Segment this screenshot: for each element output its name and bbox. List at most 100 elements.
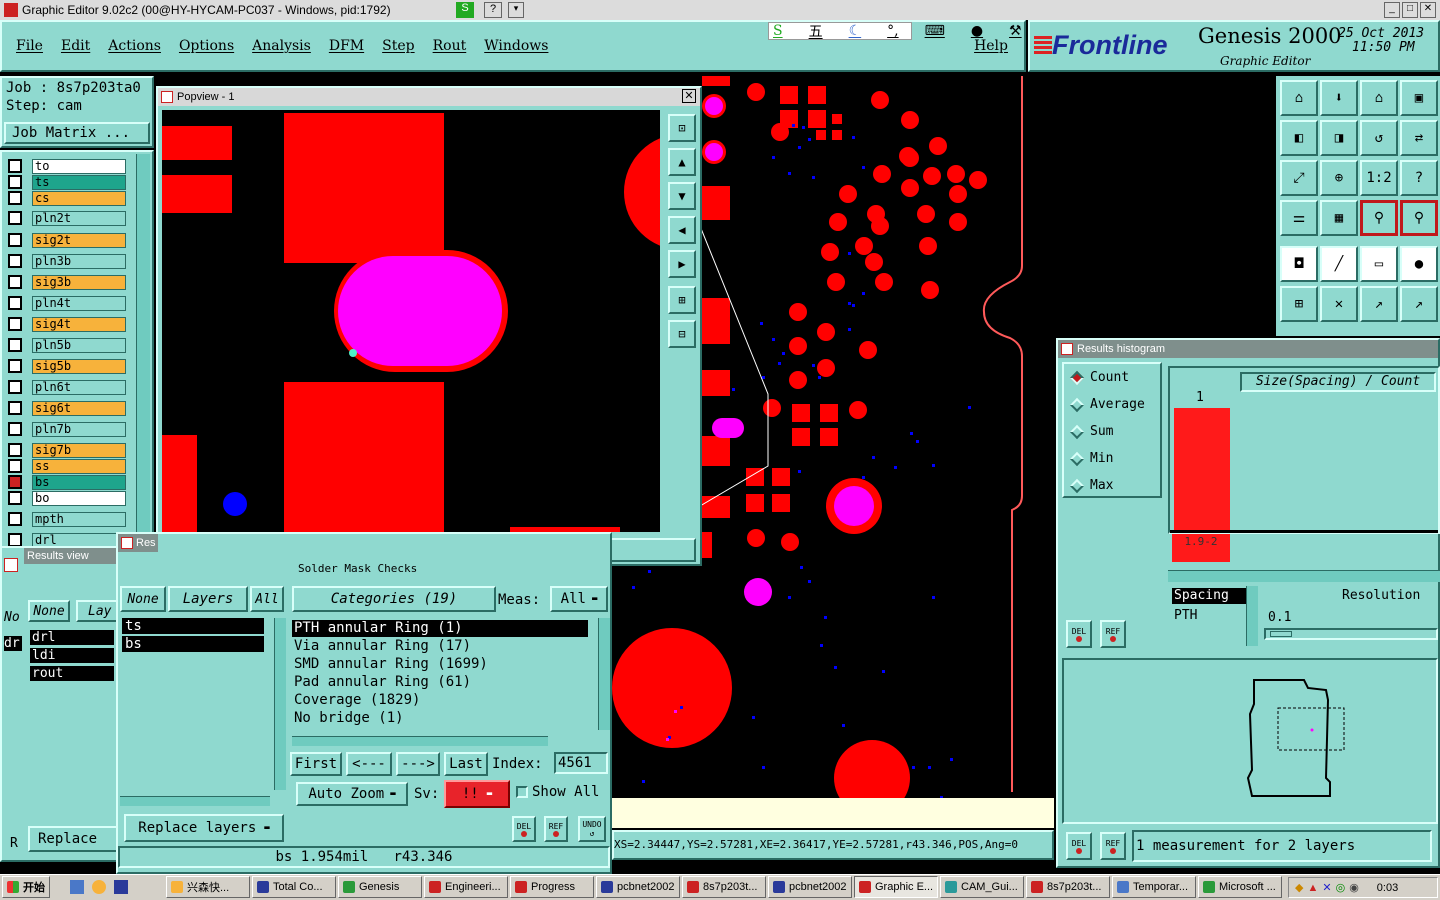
res-layers-button[interactable]: Layers: [168, 586, 248, 612]
taskbar-item[interactable]: pcbnet2002: [768, 876, 852, 898]
layer-name[interactable]: sig2t: [32, 232, 126, 248]
grid-icon[interactable]: ▦: [1320, 200, 1358, 236]
layer-name[interactable]: sig3b: [32, 274, 126, 290]
thumb-del-button[interactable]: DEL: [1066, 832, 1092, 860]
layer-name[interactable]: pln4t: [32, 295, 126, 311]
results-view-titlebar[interactable]: Results view: [24, 548, 118, 564]
menu-help[interactable]: Help: [974, 38, 1008, 54]
rv-layer-item[interactable]: drl: [30, 630, 114, 645]
layer-name[interactable]: bo: [32, 490, 126, 506]
layer-row[interactable]: pln3b: [8, 253, 126, 269]
fit-icon[interactable]: ⤢: [1280, 160, 1318, 196]
menu-windows[interactable]: Windows: [484, 38, 548, 54]
layer-name[interactable]: pln5b: [32, 337, 126, 353]
layer-name[interactable]: sig5b: [32, 358, 126, 374]
layer-checkbox[interactable]: [8, 459, 22, 473]
arc-icon[interactable]: ↗: [1360, 286, 1398, 322]
res-layer-item[interactable]: bs: [122, 636, 264, 652]
layer-name[interactable]: pln7b: [32, 421, 126, 437]
layer-row[interactable]: sig6t: [8, 400, 126, 416]
hist-del-button[interactable]: DEL: [1066, 620, 1092, 648]
mode-radio-min[interactable]: Min: [1064, 445, 1160, 472]
taskbar-item[interactable]: Microsoft ...: [1198, 876, 1282, 898]
resolution-slider-thumb[interactable]: [1270, 631, 1292, 637]
layer-row[interactable]: ts: [8, 174, 126, 190]
start-button[interactable]: 开始: [2, 876, 50, 898]
pop-pan-right-icon[interactable]: ▶: [668, 250, 696, 278]
quicklaunch-app-icon[interactable]: [114, 880, 128, 894]
layer-row[interactable]: to: [8, 158, 126, 174]
res-layer-hscroll[interactable]: [120, 796, 270, 806]
res-all-button[interactable]: All: [250, 586, 284, 612]
layer-checkbox[interactable]: [8, 296, 22, 310]
quicklaunch-desktop-icon[interactable]: [70, 880, 84, 894]
rv-none-button[interactable]: None: [28, 600, 70, 622]
thumb-ref-button[interactable]: REF: [1100, 832, 1126, 860]
menu-step[interactable]: Step: [382, 38, 414, 54]
ime-logo-icon[interactable]: S: [773, 23, 783, 39]
layer-row[interactable]: sig3b: [8, 274, 126, 290]
taskbar-item[interactable]: Genesis: [338, 876, 422, 898]
taskbar-item[interactable]: Progress: [510, 876, 594, 898]
taskbar-item[interactable]: pcbnet2002: [596, 876, 680, 898]
taskbar-item[interactable]: Engineeri...: [424, 876, 508, 898]
taskbar-item[interactable]: 8s7p203t...: [1026, 876, 1110, 898]
home-icon[interactable]: ⌂: [1360, 80, 1398, 116]
results-titlebar[interactable]: Res: [118, 534, 158, 552]
popview-canvas[interactable]: [162, 110, 660, 532]
menu-actions[interactable]: Actions: [108, 38, 161, 54]
layer-name[interactable]: ss: [32, 458, 126, 474]
select-icon[interactable]: ◘: [1280, 246, 1318, 282]
layer-row[interactable]: sig4t: [8, 316, 126, 332]
pan-right-icon[interactable]: ◨: [1320, 120, 1358, 156]
pan-left-icon[interactable]: ◧: [1280, 120, 1318, 156]
menu-dfm[interactable]: DFM: [329, 38, 364, 54]
last-button[interactable]: Last: [444, 752, 488, 776]
layer-row[interactable]: ss: [8, 458, 126, 474]
layer-checkbox[interactable]: [8, 475, 22, 489]
del-button[interactable]: DEL: [512, 816, 536, 842]
cross-icon[interactable]: ✕: [1320, 286, 1358, 322]
help-icon[interactable]: ?: [484, 2, 502, 18]
pop-zoom-fit-icon[interactable]: ⊡: [668, 114, 696, 142]
layer-checkbox[interactable]: [8, 317, 22, 331]
severity-dropdown[interactable]: !! ▬: [444, 780, 510, 808]
layer-checkbox[interactable]: [8, 159, 22, 173]
layer-name[interactable]: sig4t: [32, 316, 126, 332]
taskbar-item[interactable]: CAM_Gui...: [940, 876, 1024, 898]
board-thumbnail[interactable]: [1062, 658, 1438, 824]
measure-icon[interactable]: ⚌: [1280, 200, 1318, 236]
layer-checkbox[interactable]: [8, 254, 22, 268]
tray-icon[interactable]: ✕: [1322, 881, 1331, 894]
layer-name[interactable]: sig7b: [32, 442, 126, 458]
layer-checkbox[interactable]: [8, 233, 22, 247]
mode-radio-count[interactable]: Count: [1064, 364, 1160, 391]
histogram-hscroll[interactable]: [1168, 570, 1440, 582]
maximize-button[interactable]: □: [1402, 2, 1418, 18]
dropdown-icon[interactable]: ▾: [508, 2, 524, 18]
tray-icon[interactable]: ▲: [1307, 882, 1318, 894]
net-icon[interactable]: ⚲: [1400, 200, 1438, 236]
user-icon[interactable]: ●: [971, 23, 983, 39]
layer-checkbox[interactable]: [8, 191, 22, 205]
rotate-icon[interactable]: ↺: [1360, 120, 1398, 156]
hist-list-item[interactable]: PTH: [1174, 608, 1197, 623]
category-item[interactable]: Via annular Ring (17): [294, 638, 471, 654]
switch-icon[interactable]: ⇄: [1400, 120, 1438, 156]
popview-close-icon[interactable]: ✕: [682, 89, 696, 103]
pop-zoom-in-icon[interactable]: ⊞: [668, 286, 696, 314]
res-none-button[interactable]: None: [120, 586, 166, 612]
res-layer-item[interactable]: ts: [122, 618, 264, 634]
punct-icon[interactable]: °,: [887, 23, 898, 39]
layer-name[interactable]: bs: [32, 474, 126, 490]
res-category-scrollbar[interactable]: [598, 618, 610, 730]
layer-checkbox[interactable]: [8, 359, 22, 373]
histogram-titlebar[interactable]: Results histogram: [1058, 340, 1438, 358]
layer-row[interactable]: mpth: [8, 511, 126, 527]
res-categories-button[interactable]: Categories (19): [292, 586, 496, 612]
resolution-slider[interactable]: [1264, 628, 1438, 640]
category-item[interactable]: PTH annular Ring (1): [292, 620, 588, 637]
pin-icon[interactable]: ↗: [1400, 286, 1438, 322]
pop-pan-down-icon[interactable]: ▼: [668, 182, 696, 210]
show-all-checkbox[interactable]: [516, 786, 528, 798]
